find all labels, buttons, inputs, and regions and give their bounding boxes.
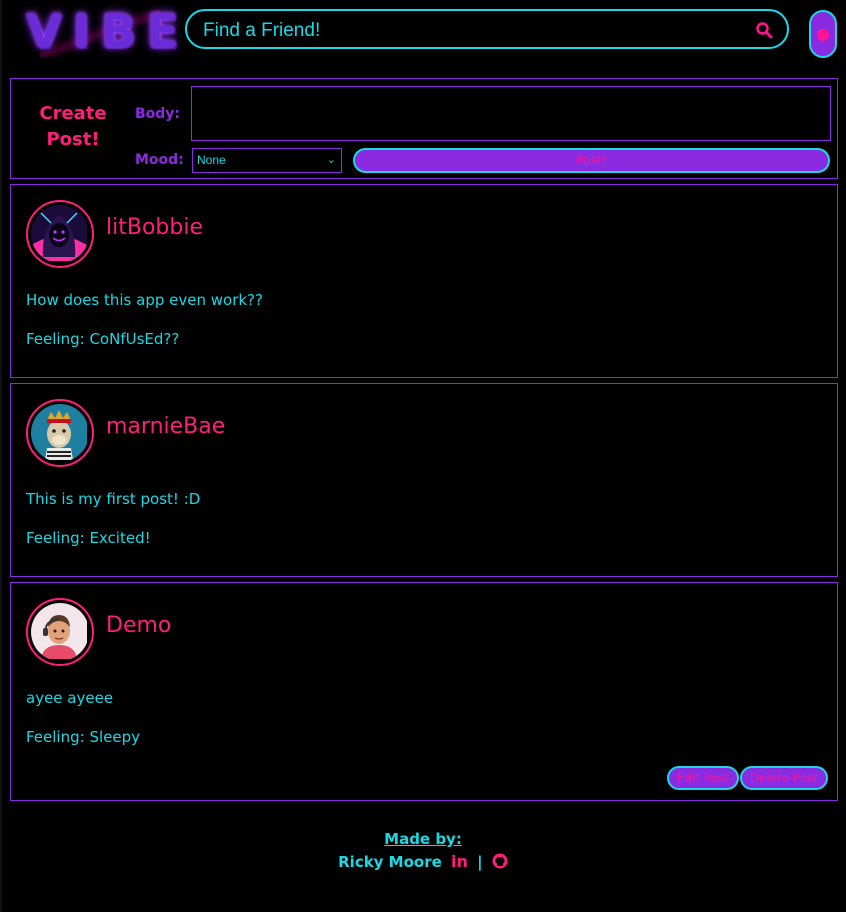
post-mood: Feeling: Sleepy <box>26 728 140 746</box>
header: VIBE <box>0 0 846 66</box>
mood-selected-value: None <box>197 153 226 167</box>
demo-user-avatar-image <box>31 603 89 661</box>
profile-menu-button[interactable] <box>809 10 837 58</box>
made-by-label: Made by: <box>384 830 462 848</box>
submit-post-button[interactable]: Post! <box>353 148 830 173</box>
post-username[interactable]: marnieBae <box>106 414 225 439</box>
avatar[interactable] <box>26 598 94 666</box>
mood-select[interactable]: None ⌄ <box>192 148 342 173</box>
window-edge <box>0 0 2 912</box>
post-card: litBobbie How does this app even work?? … <box>10 184 838 378</box>
chevron-down-icon: ⌄ <box>326 154 336 166</box>
delete-post-button[interactable]: Delete Post <box>740 766 828 790</box>
search-bar <box>185 9 789 49</box>
github-icon[interactable] <box>492 853 508 869</box>
post-mood: Feeling: CoNfUsEd?? <box>26 330 180 348</box>
create-post-form: Create Post! Body: Mood: None ⌄ Post! <box>10 78 838 179</box>
edit-post-button[interactable]: Edit Post <box>667 766 739 790</box>
post-body-input[interactable] <box>191 86 831 141</box>
post-body: ayee ayeee <box>26 689 114 707</box>
post-username[interactable]: Demo <box>106 613 171 638</box>
post-card: Demo ayee ayeee Feeling: Sleepy Edit Pos… <box>10 582 838 801</box>
search-input[interactable] <box>201 17 745 45</box>
footer: Made by: Ricky Moore in | <box>0 830 846 871</box>
app-root: VIBE Create Post! Body: Mood: None ⌄ Pos… <box>0 0 846 912</box>
author-name: Ricky Moore <box>338 853 442 871</box>
avatar[interactable] <box>26 399 94 467</box>
ape-avatar-image <box>31 404 89 462</box>
post-body: This is my first post! :D <box>26 490 201 508</box>
body-label: Body: <box>135 106 181 122</box>
footer-separator: | <box>477 853 483 871</box>
avatar[interactable] <box>26 200 94 268</box>
linkedin-icon[interactable]: in <box>451 852 468 871</box>
search-icon[interactable] <box>755 21 773 39</box>
post-username[interactable]: litBobbie <box>106 215 203 240</box>
post-mood: Feeling: Excited! <box>26 529 151 547</box>
mood-label: Mood: <box>135 152 184 168</box>
author-line: Ricky Moore in | <box>0 852 846 871</box>
hooded-figure-avatar-image <box>31 205 89 263</box>
post-card: marnieBae This is my first post! :D Feel… <box>10 383 838 577</box>
vibe-logo[interactable]: VIBE <box>26 4 189 58</box>
post-body: How does this app even work?? <box>26 291 263 309</box>
create-post-title: Create Post! <box>39 103 107 150</box>
user-icon <box>817 29 829 41</box>
